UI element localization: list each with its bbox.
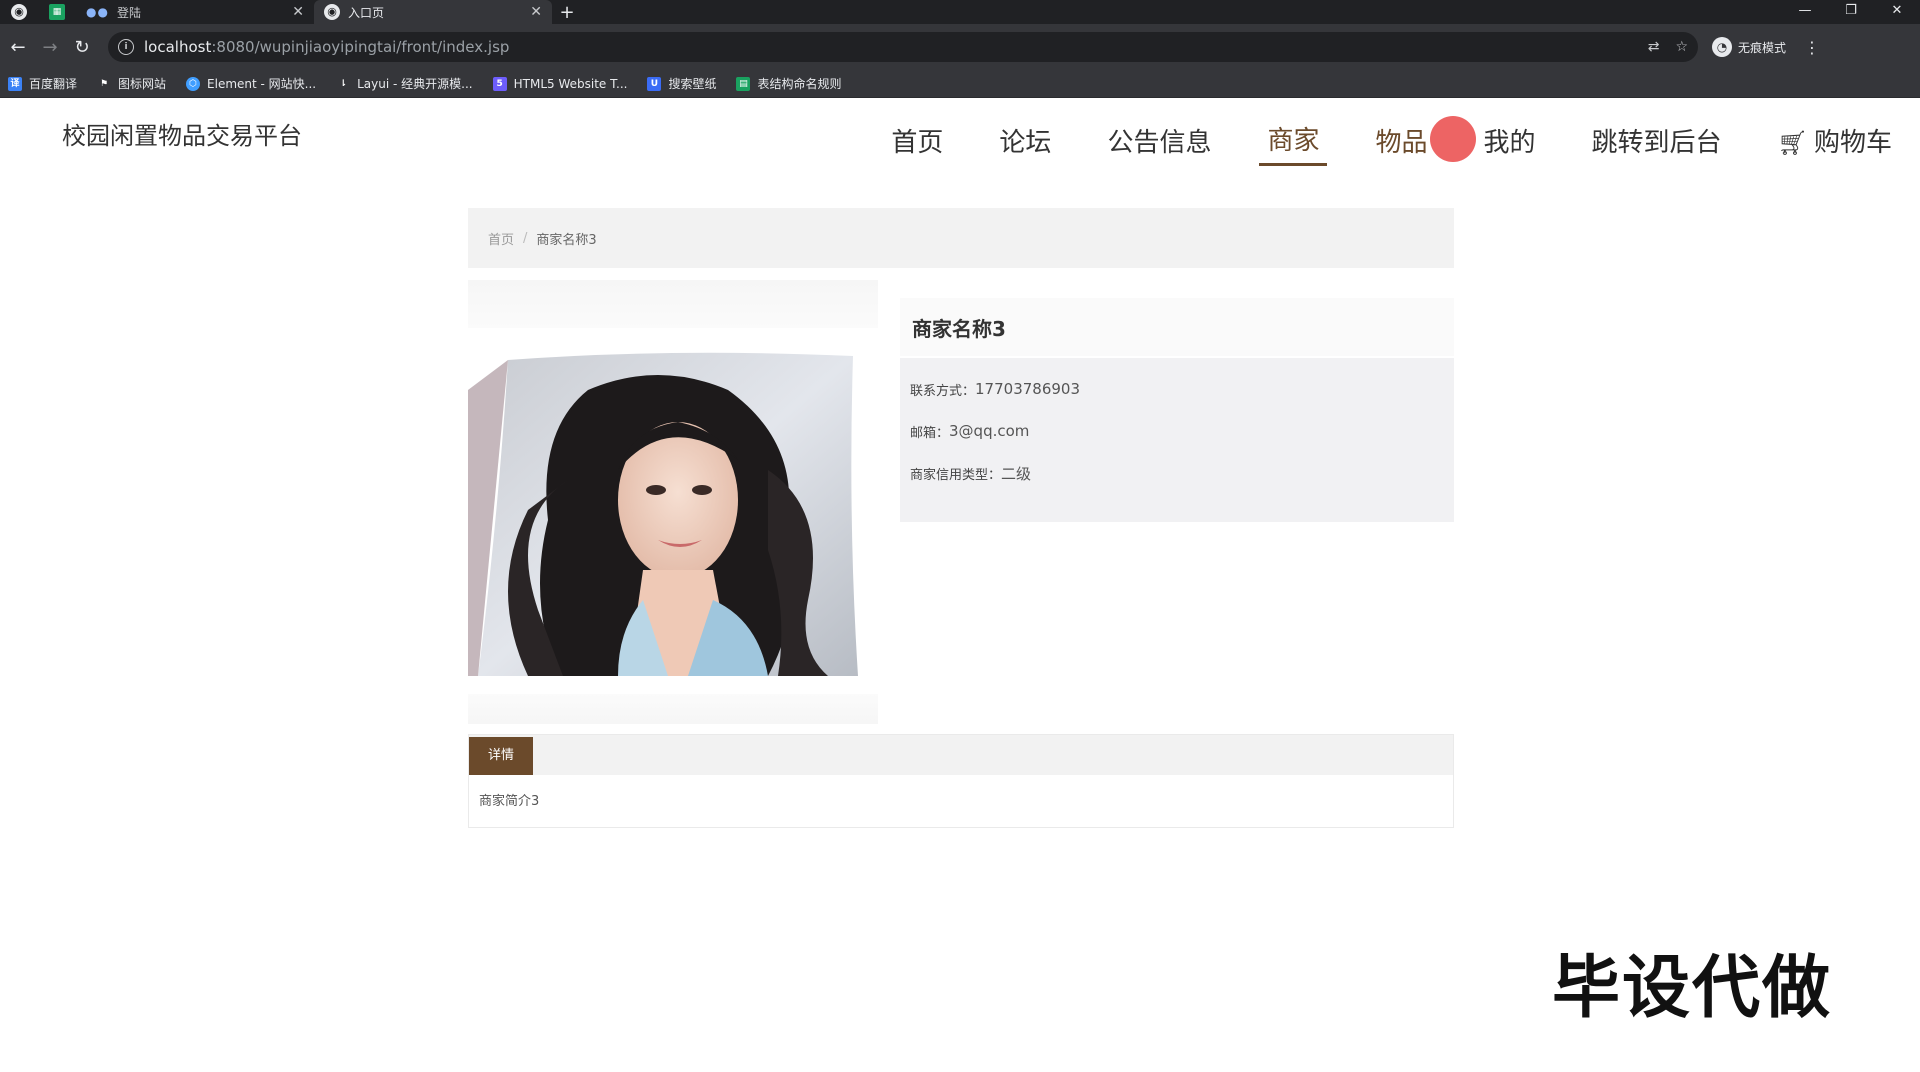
new-tab-button[interactable]: + <box>552 2 582 23</box>
bookmark-item[interactable]: ⇂ Layui - 经典开源模... <box>336 75 472 92</box>
nav-forum[interactable]: 论坛 <box>991 122 1059 165</box>
tab-entry-page[interactable]: ◉ 入口页 ✕ <box>314 0 552 24</box>
tab-title: 登陆 <box>116 5 141 20</box>
globe-icon: ◉ <box>11 4 27 20</box>
image-top-band <box>468 280 878 328</box>
globe-icon: ◉ <box>324 4 340 20</box>
tab-title: 入口页 <box>348 5 385 20</box>
forward-arrow-icon[interactable]: → <box>34 37 66 58</box>
pinned-tab-browser[interactable]: ◉ <box>0 0 38 24</box>
back-arrow-icon[interactable]: ← <box>2 37 34 58</box>
incognito-profile[interactable]: ◔ 无痕模式 <box>1712 37 1786 57</box>
watermark-text: 毕设代做 <box>1552 949 1833 1028</box>
credit-value: 二级 <box>1001 464 1032 483</box>
merchant-info: 联系方式： 17703786903 邮箱： 3@qq.com 商家信用类型： 二… <box>900 358 1454 522</box>
bookmarks-bar: 译百度翻译 ⚑ 图标网站 ⬡ Element - 网站快... ⇂ Layui - 经… <box>0 70 1920 98</box>
main-nav: 首页 论坛 公告信息 商家 物品 我的 跳转到后台 🛒︎ 购物车 <box>843 120 1900 166</box>
contact-row: 联系方式： 17703786903 <box>910 368 1454 410</box>
email-label: 邮箱： <box>910 425 950 441</box>
bookmark-item[interactable]: U 搜索壁纸 <box>647 75 716 92</box>
contact-value: 17703786903 <box>975 380 1080 398</box>
breadcrumb-separator: / <box>523 230 528 246</box>
breadcrumb-current: 商家名称3 <box>536 232 597 248</box>
reload-icon[interactable]: ↻ <box>66 37 98 58</box>
html5-icon: 5 <box>492 76 507 91</box>
layui-icon: ⇂ <box>339 78 347 89</box>
bookmark-item[interactable]: ⬡ Element - 网站快... <box>186 75 316 92</box>
browser-tab-bar: ◉ ▦ ●● 登陆 ✕ ◉ 入口页 ✕ + — ❐ ✕ <box>0 0 1920 24</box>
merchant-image <box>468 350 861 678</box>
restore-icon[interactable]: ❐ <box>1828 0 1874 24</box>
bookmark-item[interactable]: 5 HTML5 Website T... <box>492 76 627 91</box>
wallpaper-icon: U <box>647 76 662 91</box>
incognito-icon: ◔ <box>1712 37 1732 57</box>
merchant-name: 商家名称3 <box>900 298 1454 356</box>
info-icon[interactable]: i <box>118 39 134 55</box>
cart-icon: 🛒︎ <box>1777 128 1808 157</box>
element-icon: ⬡ <box>186 76 201 91</box>
email-row: 邮箱： 3@qq.com <box>910 410 1454 452</box>
url-text: localhost:8080/wupinjiaoyipingtai/front/… <box>144 38 510 56</box>
bookmark-item[interactable]: ▤ 表结构命名规则 <box>736 75 841 92</box>
credit-label: 商家信用类型： <box>910 467 1002 483</box>
address-bar[interactable]: i localhost:8080/wupinjiaoyipingtai/fron… <box>108 32 1698 62</box>
close-window-icon[interactable]: ✕ <box>1874 0 1920 24</box>
breadcrumb-home[interactable]: 首页 <box>488 229 514 248</box>
pinned-tab-sheet[interactable]: ▦ <box>38 0 76 24</box>
nav-cart[interactable]: 🛒︎ 购物车 <box>1770 122 1900 165</box>
sheet-icon: ▦ <box>49 4 65 20</box>
favicon-dots-icon: ●● <box>86 5 109 19</box>
detail-content: 商家简介3 <box>479 794 540 809</box>
menu-dots-icon[interactable]: ⋮ <box>1804 38 1820 57</box>
portrait-illustration <box>468 350 861 678</box>
star-icon[interactable]: ☆ <box>1675 39 1688 55</box>
site-title: 校园闲置物品交易平台 <box>62 122 302 150</box>
close-icon[interactable]: ✕ <box>292 4 304 20</box>
nav-products[interactable]: 物品 <box>1367 122 1435 165</box>
detail-panel: 详情 商家简介3 <box>468 734 1454 828</box>
detail-tab-bar: 详情 <box>469 735 1453 775</box>
nav-home[interactable]: 首页 <box>883 122 951 165</box>
contact-label: 联系方式： <box>910 383 976 399</box>
breadcrumb: 首页 / 商家名称3 <box>468 208 1454 268</box>
browser-toolbar: ← → ↻ i localhost:8080/wupinjiaoyipingta… <box>0 24 1920 70</box>
minimize-icon[interactable]: — <box>1782 0 1828 24</box>
close-icon[interactable]: ✕ <box>530 4 542 20</box>
window-controls: — ❐ ✕ <box>1782 0 1920 24</box>
email-value: 3@qq.com <box>949 422 1030 440</box>
nav-mine[interactable]: 我的 <box>1475 122 1543 165</box>
nav-admin[interactable]: 跳转到后台 <box>1584 122 1730 165</box>
tab-login[interactable]: ●● 登陆 ✕ <box>76 0 314 24</box>
image-bottom-band <box>468 694 878 724</box>
bookmark-item[interactable]: ⚑ 图标网站 <box>97 75 166 92</box>
sheet-icon: ▤ <box>736 76 751 91</box>
flag-icon: ⚑ <box>99 78 109 89</box>
tab-details[interactable]: 详情 <box>469 737 533 775</box>
credit-row: 商家信用类型： 二级 <box>910 452 1454 494</box>
translate-icon: 译 <box>8 76 22 91</box>
nav-announcements[interactable]: 公告信息 <box>1099 122 1219 165</box>
nav-merchants[interactable]: 商家 <box>1259 120 1328 166</box>
translate-icon[interactable]: ⇄ <box>1648 39 1660 55</box>
bookmark-item[interactable]: 译百度翻译 <box>8 75 77 92</box>
